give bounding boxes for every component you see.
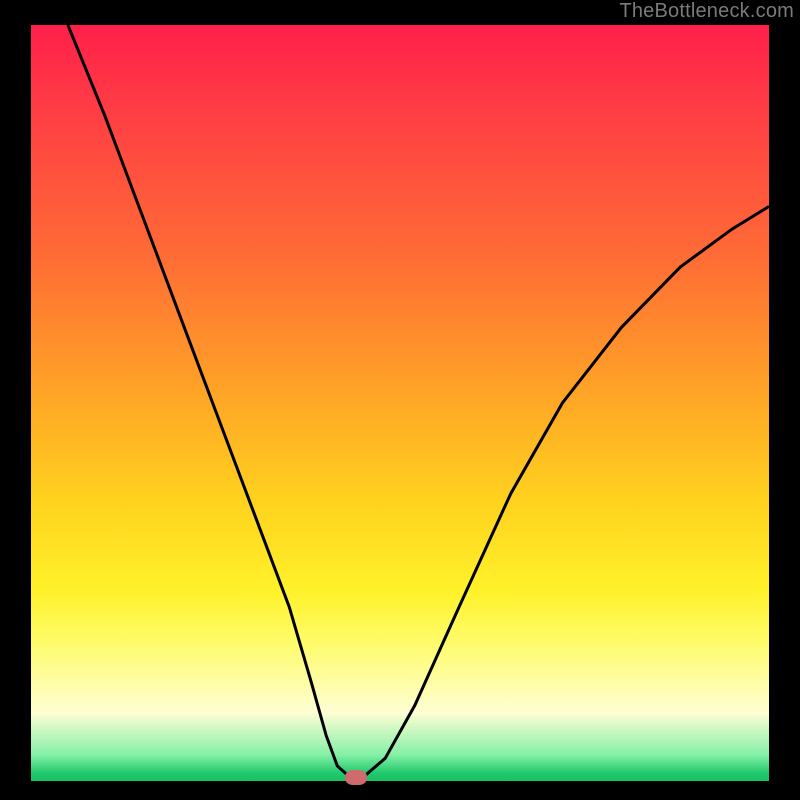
chart-container: TheBottleneck.com bbox=[0, 0, 800, 800]
bottleneck-curve-svg bbox=[31, 25, 769, 781]
attribution-watermark: TheBottleneck.com bbox=[619, 0, 794, 23]
optimal-point-marker bbox=[345, 770, 367, 785]
bottleneck-curve-line bbox=[68, 25, 769, 777]
plot-area bbox=[31, 25, 769, 781]
